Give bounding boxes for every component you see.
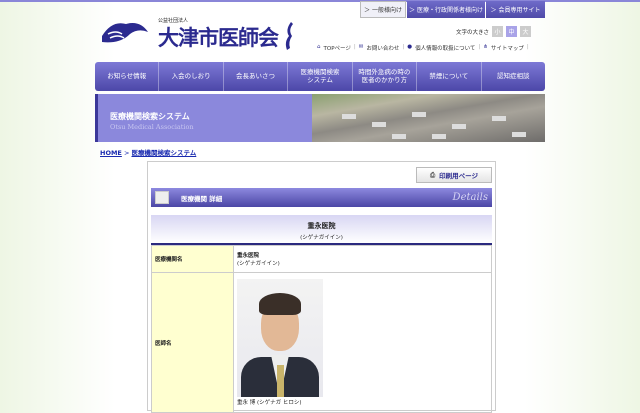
- lake-biwa-icon: [285, 22, 293, 50]
- page-banner: 医療機関検索システム Otsu Medical Association: [95, 94, 545, 142]
- breadcrumb: HOME > 医療機関検索システム: [100, 147, 196, 157]
- clinic-kana: (シゲナガイイン): [300, 235, 343, 241]
- banner-subtitle: Otsu Medical Association: [110, 123, 194, 131]
- doctor-photo: [237, 279, 323, 397]
- tab-members[interactable]: ＞ 会員専用サイト: [486, 1, 545, 18]
- link-contact[interactable]: お問い合わせ: [366, 44, 399, 52]
- person-icon: ●: [407, 44, 413, 50]
- section-title: 医療機関 詳細: [181, 194, 223, 203]
- town-photo: [312, 94, 545, 142]
- row-clinic-kana: (シゲナガイイン): [237, 261, 280, 267]
- logo[interactable]: 公益社団法人 大津市医師会: [100, 14, 296, 52]
- row-label: 医療機関名: [151, 245, 234, 273]
- utility-links: ⌂ TOPページ | ✉ お問い合わせ | ● 個人情報の取扱について | ⋔ サイトマップ |: [317, 44, 529, 52]
- home-icon: ⌂: [317, 44, 321, 50]
- nav-news[interactable]: お知らせ情報: [95, 62, 160, 91]
- details-table: 医療機関名 重永医院 (シゲナガイイン) 医師名 重永 博 (シゲナガ ヒロシ): [151, 245, 492, 413]
- nav-dementia[interactable]: 認知症相談: [482, 62, 545, 91]
- breadcrumb-current[interactable]: 医療機関検索システム: [131, 149, 196, 157]
- clinic-title: 重永医院 (シゲナガイイン): [151, 215, 492, 245]
- print-label: 印刷用ページ: [439, 172, 479, 180]
- row-clinic-name: 重永医院: [237, 253, 260, 259]
- doctor-name: 重永 博 (シゲナガ ヒロシ): [237, 400, 302, 406]
- font-size-small[interactable]: 小: [492, 26, 504, 37]
- printer-icon: ⎙: [429, 170, 436, 179]
- nav-join[interactable]: 入会のしおり: [159, 62, 224, 91]
- logo-subtitle: 公益社団法人: [158, 18, 189, 24]
- nav-smoking[interactable]: 禁煙について: [417, 62, 482, 91]
- nav-emergency[interactable]: 時間外急病の時の 医者のかかり方: [353, 62, 418, 91]
- print-button[interactable]: ⎙ 印刷用ページ: [416, 167, 492, 183]
- nav-greeting[interactable]: 会長あいさつ: [224, 62, 289, 91]
- clinic-name: 重永医院: [307, 222, 336, 230]
- breadcrumb-home[interactable]: HOME: [100, 149, 122, 157]
- tab-general[interactable]: ＞ 一般様向け: [360, 1, 406, 18]
- content-panel: ⎙ 印刷用ページ 医療機関 詳細 Details 重永医院 (シゲナガイイン) …: [147, 161, 496, 413]
- table-row: 医師名 重永 博 (シゲナガ ヒロシ): [151, 272, 492, 413]
- link-sitemap[interactable]: サイトマップ: [491, 44, 524, 52]
- table-row: 医療機関名 重永医院 (シゲナガイイン): [151, 245, 492, 273]
- tab-medical[interactable]: ＞ 医療・行政関係者様向け: [407, 1, 485, 18]
- logo-name: 大津市医師会: [158, 26, 279, 50]
- banner-title: 医療機関検索システム: [110, 112, 190, 121]
- font-size-control: 文字の大きさ 小 中 大: [456, 26, 532, 37]
- link-privacy[interactable]: 個人情報の取扱について: [415, 44, 475, 52]
- logo-wave-icon: [102, 23, 148, 43]
- mail-icon: ✉: [358, 44, 364, 50]
- row-label: 医師名: [151, 272, 234, 413]
- font-size-large[interactable]: 大: [520, 26, 532, 37]
- font-size-label: 文字の大きさ: [456, 29, 490, 36]
- section-title-en: Details: [452, 192, 488, 203]
- main-nav: お知らせ情報 入会のしおり 会長あいさつ 医療機関検索 システム 時間外急病の時…: [95, 62, 545, 91]
- link-top[interactable]: TOPページ: [324, 44, 351, 52]
- book-icon: [155, 191, 169, 204]
- sitemap-icon: ⋔: [483, 44, 488, 50]
- font-size-medium[interactable]: 中: [506, 26, 518, 37]
- nav-search[interactable]: 医療機関検索 システム: [288, 62, 353, 91]
- section-header: 医療機関 詳細 Details: [151, 188, 492, 207]
